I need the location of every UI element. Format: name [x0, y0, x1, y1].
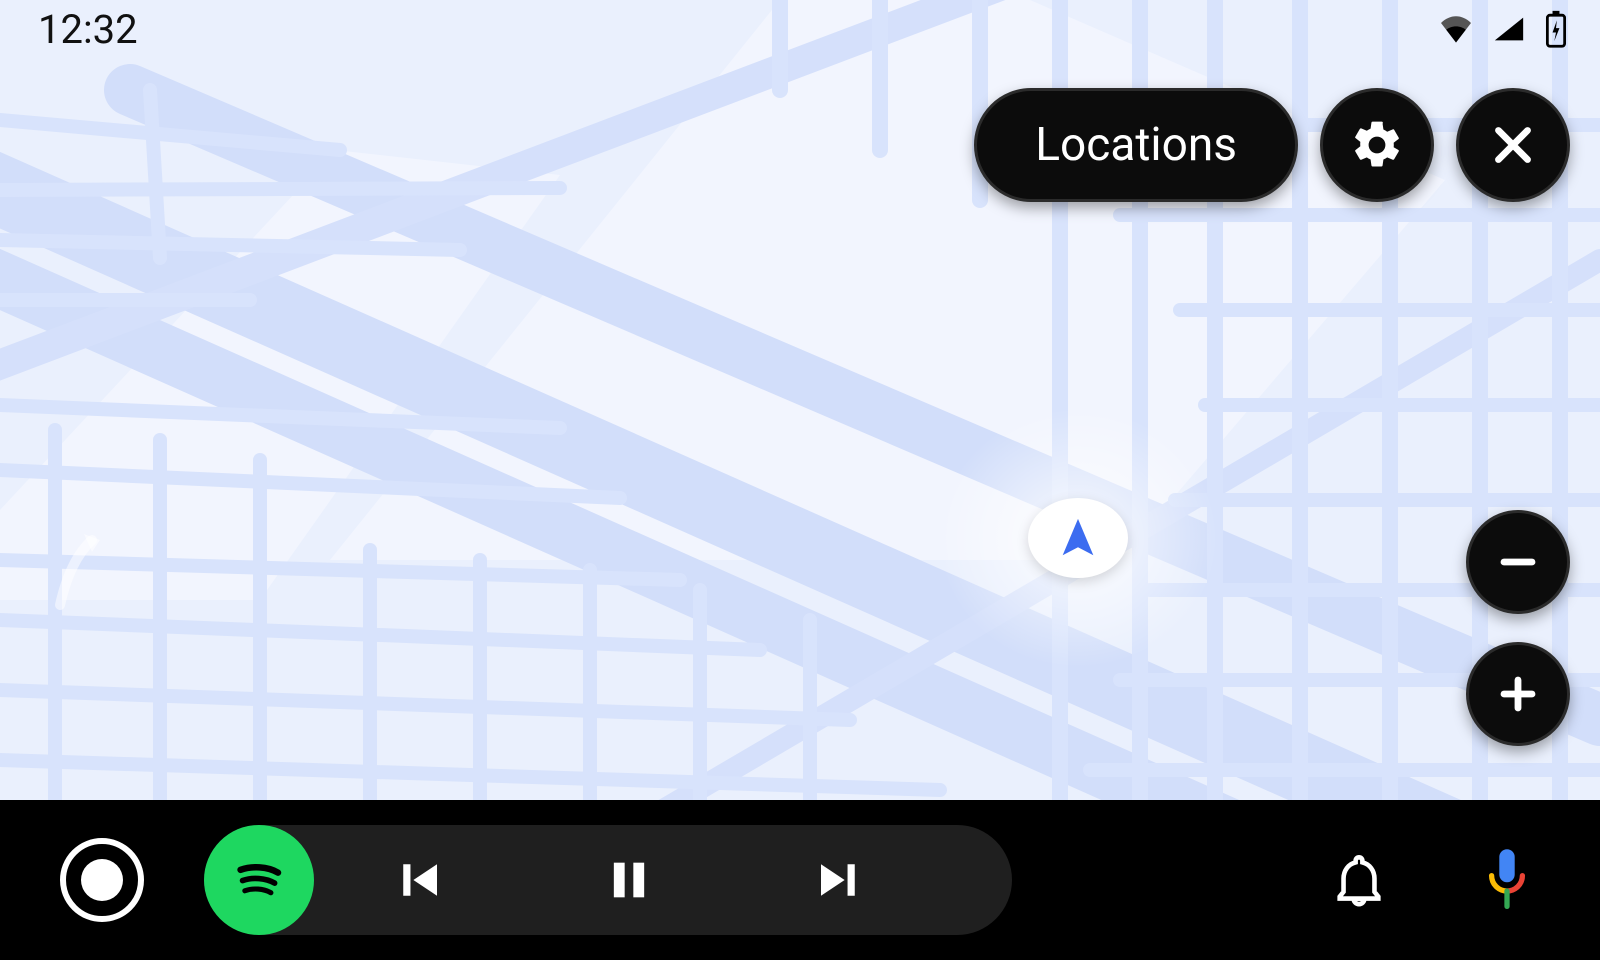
spotify-icon [225, 846, 293, 914]
locations-button-label: Locations [1035, 118, 1237, 172]
navigation-arrow-icon [1055, 515, 1101, 561]
plus-icon [1494, 670, 1542, 718]
media-controls [204, 825, 1012, 935]
media-app-button[interactable] [204, 825, 314, 935]
notifications-button[interactable] [1326, 847, 1392, 913]
map-top-controls: Locations [974, 88, 1570, 202]
pause-icon [603, 854, 655, 906]
gear-icon [1349, 117, 1405, 173]
skip-previous-icon [392, 853, 446, 907]
zoom-out-button[interactable] [1466, 510, 1570, 614]
locations-button[interactable]: Locations [974, 88, 1298, 202]
close-icon [1488, 120, 1538, 170]
settings-button[interactable] [1320, 88, 1434, 202]
minus-icon [1494, 538, 1542, 586]
next-track-button[interactable] [734, 825, 944, 935]
close-button[interactable] [1456, 88, 1570, 202]
zoom-in-button[interactable] [1466, 642, 1570, 746]
bell-icon [1330, 851, 1388, 909]
play-pause-button[interactable] [524, 825, 734, 935]
launcher-dot-icon [81, 859, 123, 901]
mic-icon [1480, 847, 1534, 913]
current-location-puck[interactable] [1028, 498, 1128, 578]
skip-next-icon [812, 853, 866, 907]
previous-track-button[interactable] [314, 825, 524, 935]
bottom-bar-actions [1326, 847, 1540, 913]
zoom-controls [1466, 510, 1570, 746]
voice-assistant-button[interactable] [1474, 847, 1540, 913]
bottom-nav-bar [0, 800, 1600, 960]
launcher-button[interactable] [60, 838, 144, 922]
app-root: 12:32 Locations [0, 0, 1600, 960]
